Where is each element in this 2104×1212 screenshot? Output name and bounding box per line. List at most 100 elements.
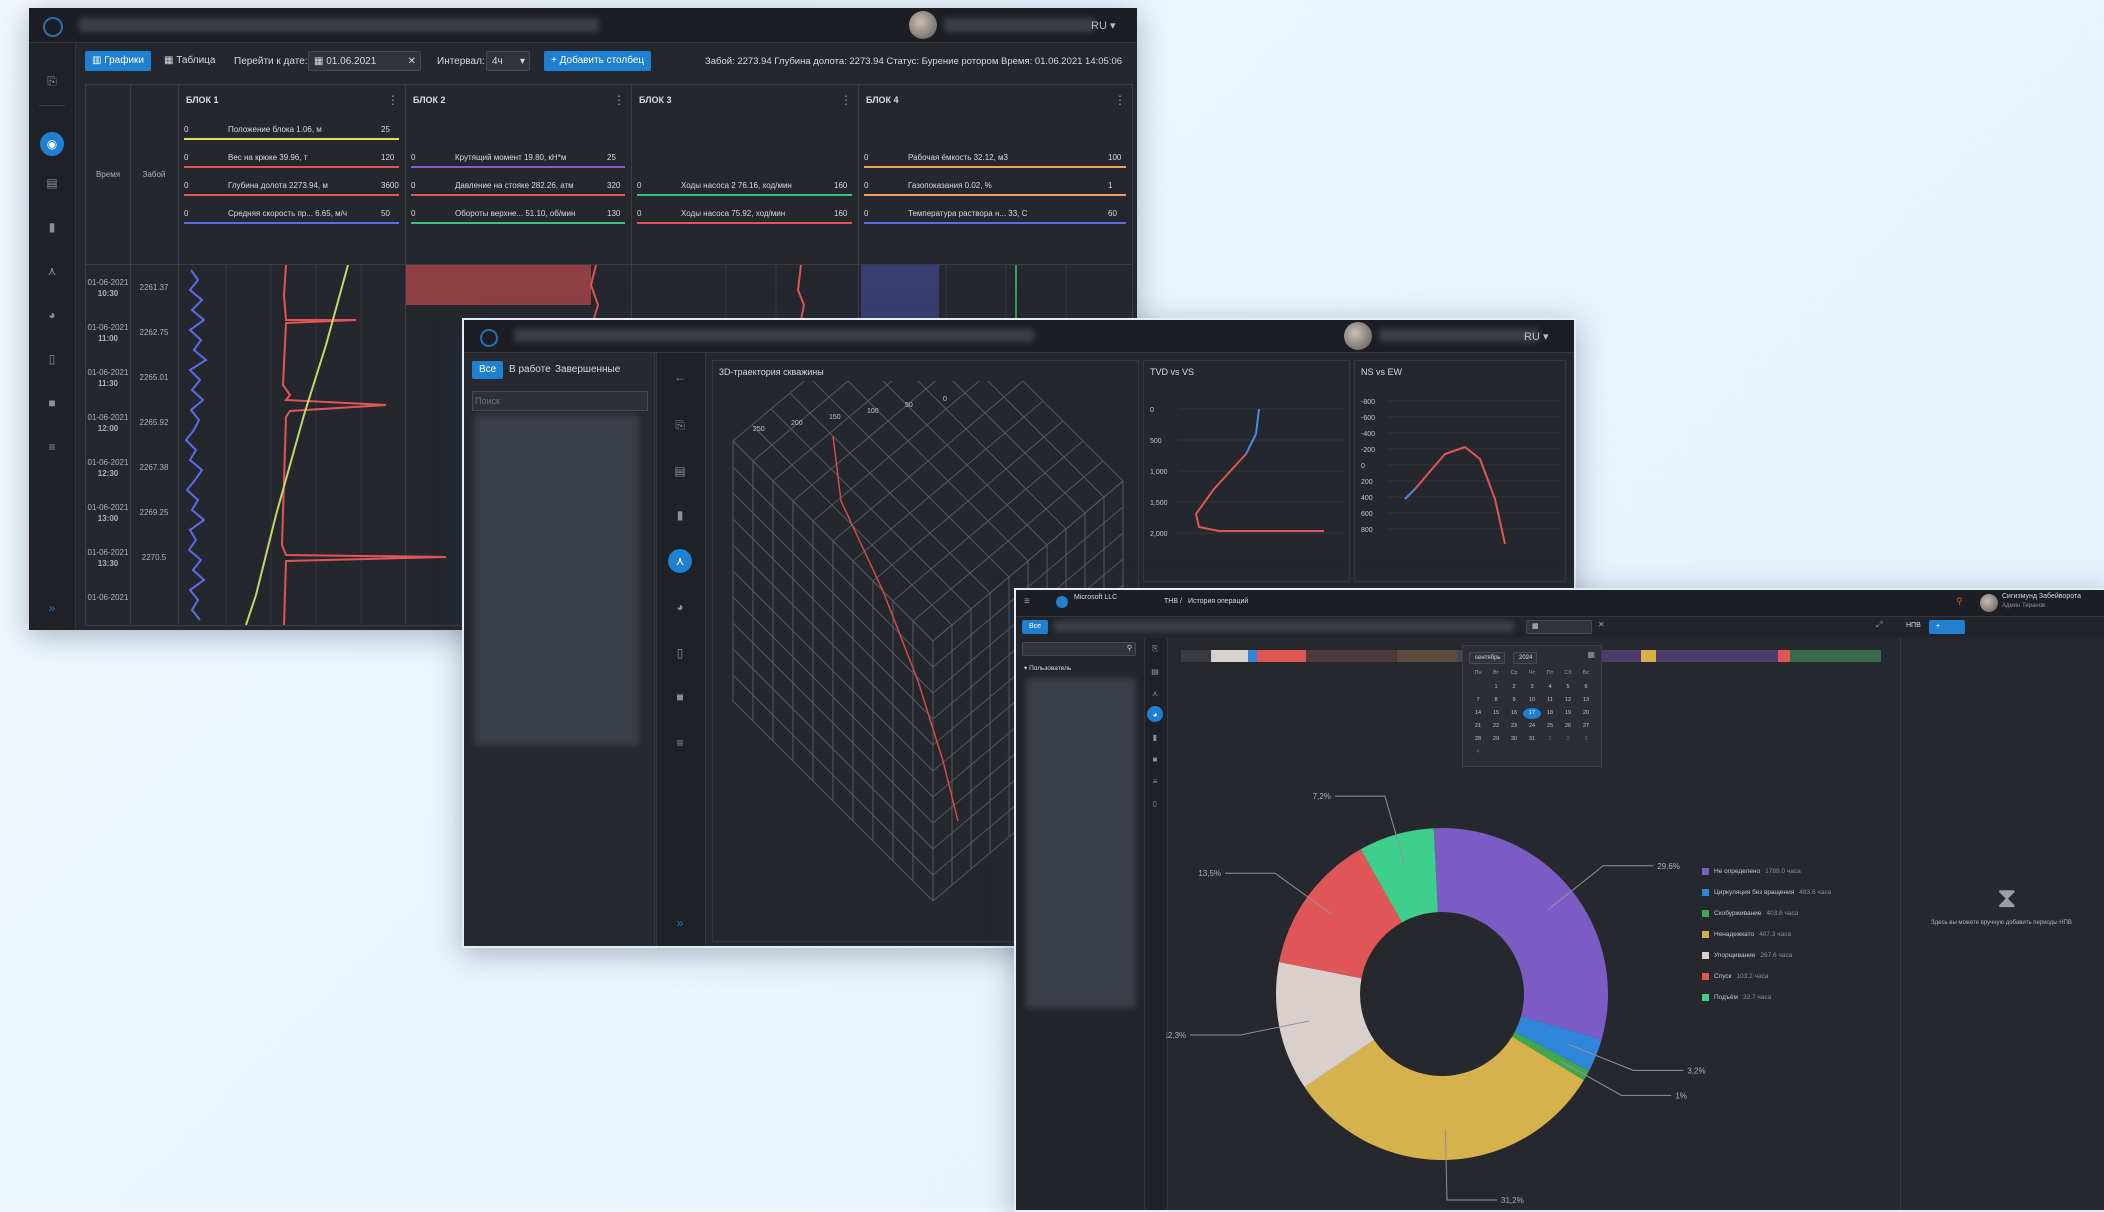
donut-slice[interactable] [1433, 828, 1608, 1040]
company-name[interactable]: Microsoft LLC [1074, 594, 1117, 601]
user-name[interactable]: Сигизмунд Забейворота [2002, 593, 2081, 600]
avatar[interactable] [1980, 594, 1998, 612]
ns-tick-label: 600 [1361, 511, 1373, 518]
filter-all-button[interactable]: Все [472, 361, 504, 379]
collapse-icon[interactable]: » [42, 598, 62, 618]
legend-item[interactable]: Упорщивание 267.6 часа [1702, 952, 1862, 973]
param-label[interactable]: Ходы насоса 2 76.16, ход/мин [681, 181, 792, 190]
pie-chart-icon[interactable]: ◕ [1147, 706, 1163, 722]
breadcrumb-root[interactable]: ТНВ [1164, 598, 1178, 605]
calendar-year-select[interactable]: 2024 [1513, 652, 1537, 664]
notification-icon[interactable]: ⚲ [1956, 596, 1963, 607]
app-logo [480, 329, 498, 347]
npv-empty-text: Здесь вы можете вручную добавить периоды… [1931, 920, 2072, 926]
legend-item[interactable]: Ненадежкато 407.3 часа [1702, 931, 1862, 952]
block-menu-icon[interactable]: ⋮ [613, 93, 625, 107]
search-input[interactable] [472, 391, 648, 411]
camera-icon[interactable]: ■ [670, 687, 690, 707]
company-logo-icon [1056, 596, 1068, 608]
calendar-month-select[interactable]: сентябрь [1469, 652, 1505, 664]
trajectory-icon[interactable]: ⋏ [1148, 686, 1162, 700]
add-column-button[interactable]: + Добавить столбец [544, 51, 652, 71]
npv-tab[interactable]: НПВ [1906, 622, 1921, 629]
legend-item[interactable]: Подъём 32.7 часа [1702, 994, 1862, 1015]
axis-tick-label: 100 [867, 408, 879, 415]
report-icon[interactable]: ▤ [670, 461, 690, 481]
report-icon[interactable]: ▤ [1148, 664, 1162, 678]
tvd-curve-blue [1245, 408, 1260, 455]
camera-icon[interactable]: ■ [1148, 752, 1162, 766]
block-menu-icon[interactable]: ⋮ [1114, 93, 1126, 107]
param-label[interactable]: Давление на стояке 282.26, атм [455, 181, 574, 190]
trajectory-icon[interactable]: ⋏ [668, 549, 692, 573]
lock-icon[interactable]: ▯ [1148, 796, 1162, 810]
param-label[interactable]: Крутящий момент 19.80, кН*м [455, 153, 566, 162]
list-icon[interactable]: ≡ [1148, 774, 1162, 788]
block-header: БЛОК 4 [866, 95, 899, 105]
legend-swatch [1702, 931, 1709, 938]
tree-search-input[interactable]: ⚲ [1022, 642, 1136, 656]
param-label[interactable]: Температура раствора н... 33, С [908, 209, 1027, 218]
param-label[interactable]: Обороты верхне... 51.10, об/мин [455, 209, 575, 218]
menu-icon[interactable]: ≡ [1024, 596, 1030, 607]
interval-select[interactable]: 4ч ▾ [486, 51, 530, 71]
legend-swatch [1702, 889, 1709, 896]
legend-item[interactable]: Спуск 103.2 часа [1702, 973, 1862, 994]
pie-chart-icon[interactable]: ◕ [42, 305, 62, 325]
tvd-panel: TVD vs VS 0 500 1,000 1,500 2,000 [1143, 360, 1350, 582]
pie-chart-icon[interactable]: ◕ [670, 597, 690, 617]
legend-item[interactable]: Циркуляция без вращения 483.6 часа [1702, 889, 1862, 910]
filter-completed-button[interactable]: Завершенные [548, 361, 627, 379]
ns-ew-plot: -800 -600 -400 -200 0 200 400 600 800 [1361, 399, 1560, 545]
legend-item[interactable]: Скобурживание 403.6 часа [1702, 910, 1862, 931]
list-icon[interactable]: ≡ [670, 733, 690, 753]
legend-item[interactable]: Не определено 1789.0 часа [1702, 868, 1862, 889]
status-line: Забой: 2273.94 Глубина долота: 2273.94 С… [705, 56, 1123, 67]
add-npv-button[interactable]: + [1929, 620, 1965, 634]
param-label[interactable]: Рабочая ёмкость 32.12, м3 [908, 153, 1008, 162]
camera-icon[interactable]: ■ [42, 393, 62, 413]
table-tab[interactable]: ▦ Таблица [157, 51, 222, 71]
language-selector[interactable]: RU ▾ [1524, 330, 1548, 343]
avatar[interactable] [1344, 322, 1372, 350]
tvd-tick-label: 500 [1150, 438, 1162, 445]
ns-tick-label: -800 [1361, 399, 1375, 406]
param-label[interactable]: Глубина долота 2273.94, м [228, 181, 328, 190]
files-icon[interactable]: ⎘ [42, 71, 62, 91]
block-menu-icon[interactable]: ⋮ [840, 93, 852, 107]
top-bar: RU ▾ [29, 8, 1137, 43]
back-arrow-icon[interactable]: ← [670, 367, 690, 387]
close-icon[interactable]: ✕ [1598, 620, 1605, 629]
collapse-icon[interactable]: » [670, 913, 690, 933]
list-icon[interactable]: ≡ [42, 437, 62, 457]
param-label[interactable]: Средняя скорость пр... 6.65, м/ч [228, 209, 347, 218]
clear-date-icon[interactable]: ✕ [408, 52, 416, 72]
date-field[interactable]: ▦ 01.06.2021 ✕ [308, 51, 421, 71]
param-label[interactable]: Положение блока 1.06, м [228, 125, 322, 134]
monitor-icon[interactable]: ⎘ [1148, 642, 1162, 656]
document-icon[interactable]: ▯ [42, 349, 62, 369]
document-icon[interactable]: ▯ [670, 643, 690, 663]
monitor-icon[interactable]: ◉ [40, 132, 64, 156]
monitor-icon[interactable]: ⎘ [670, 415, 690, 435]
bar-chart-icon[interactable]: ▮ [1148, 730, 1162, 744]
all-wells-chip[interactable]: Все [1022, 620, 1049, 634]
param-label[interactable]: Ходы насоса 75.92, ход/мин [681, 209, 785, 218]
language-selector[interactable]: RU ▾ [1091, 19, 1115, 32]
graphs-tab[interactable]: ▥ Графики [85, 51, 151, 71]
param-label[interactable]: Газопоказания 0.02, % [908, 181, 992, 190]
param-min: 0 [184, 181, 189, 190]
date-range-field[interactable]: ▦ [1526, 620, 1592, 634]
tvd-tick-label: 1,500 [1150, 500, 1168, 507]
report-icon[interactable]: ▤ [42, 173, 62, 193]
bar-chart-icon[interactable]: ▮ [670, 505, 690, 525]
slice-label: 29,6% [1657, 862, 1680, 871]
expand-icon[interactable]: ⤢ [1876, 620, 1882, 630]
param-scale [411, 194, 625, 196]
bar-chart-icon[interactable]: ▮ [42, 217, 62, 237]
avatar[interactable] [909, 11, 937, 39]
block-menu-icon[interactable]: ⋮ [387, 93, 399, 107]
tree-root[interactable]: ▾ Пользователь [1024, 664, 1071, 672]
param-label[interactable]: Вес на крюке 39.96, т [228, 153, 307, 162]
trajectory-icon[interactable]: ⋏ [42, 261, 62, 281]
